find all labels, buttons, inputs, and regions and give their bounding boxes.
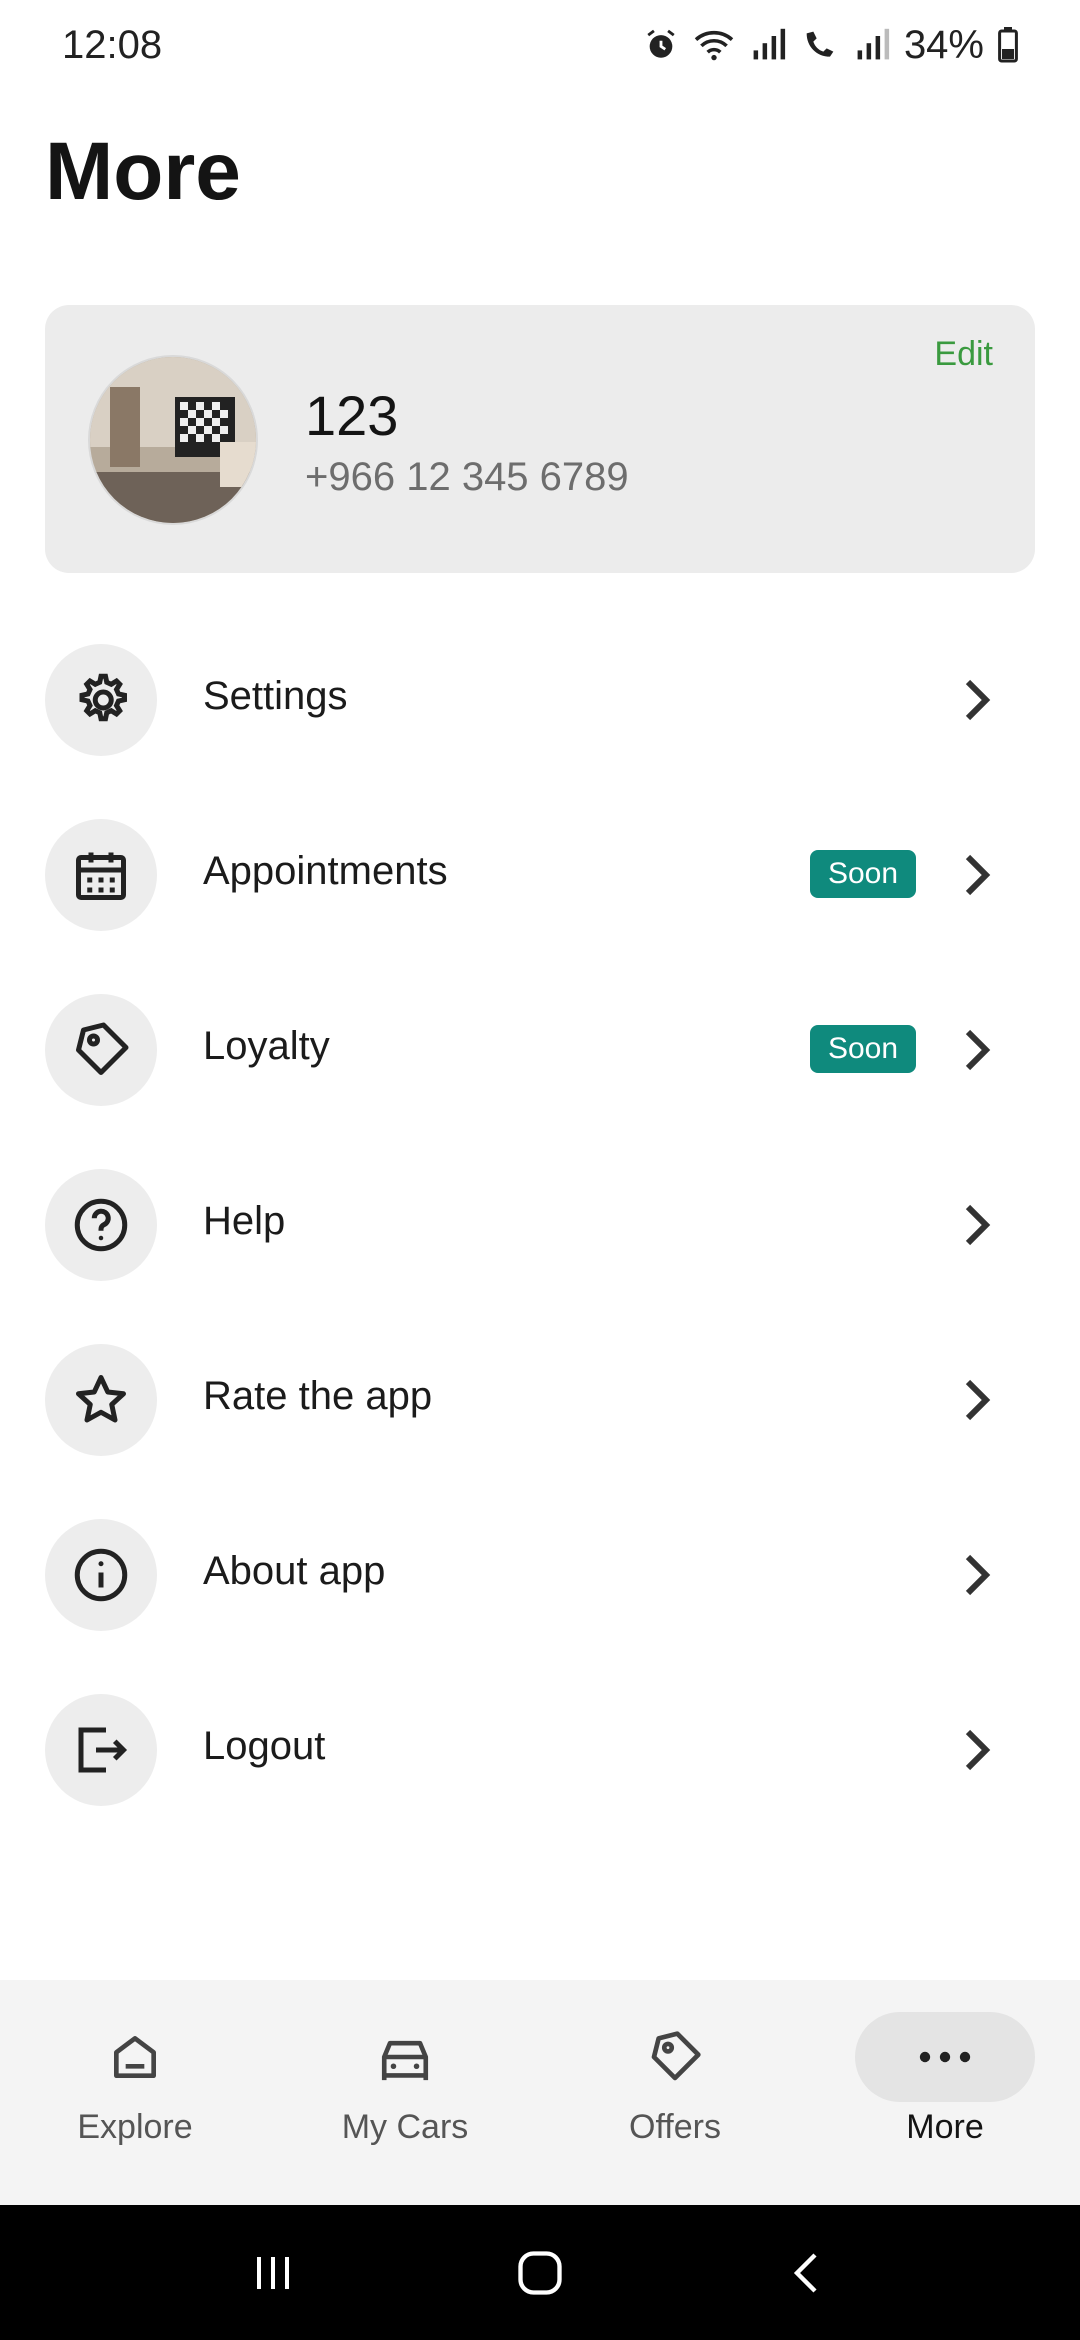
nav-explore[interactable]: Explore [0, 1980, 270, 2205]
menu-list: Settings Appointments Soon Loyalty Soon … [0, 612, 1080, 1837]
menu-item-label: Logout [203, 1724, 326, 1768]
signal-icon [857, 28, 890, 60]
chevron-right-icon [965, 1029, 991, 1071]
profile-card[interactable]: 123 +966 12 345 6789 Edit [45, 305, 1035, 573]
battery-percent: 34% [903, 22, 984, 67]
system-nav-bar [0, 2205, 1080, 2340]
menu-item-appointments[interactable]: Appointments Soon [0, 787, 1080, 962]
nav-my-cars[interactable]: My Cars [270, 1980, 540, 2205]
calendar-icon [45, 819, 157, 931]
menu-item-settings[interactable]: Settings [0, 612, 1080, 787]
status-time: 12:08 [62, 22, 163, 67]
menu-item-rate-app[interactable]: Rate the app [0, 1312, 1080, 1487]
nav-label: More [906, 2108, 984, 2146]
chevron-right-icon [965, 1729, 991, 1771]
soon-badge: Soon [810, 1025, 916, 1073]
chevron-right-icon [965, 1554, 991, 1596]
profile-name: 123 [305, 384, 399, 447]
gear-icon [45, 644, 157, 756]
wifi-icon [694, 30, 734, 61]
tag-icon [651, 2031, 701, 2081]
bottom-nav: Explore My Cars Offers More [0, 1980, 1080, 2205]
chevron-right-icon [965, 679, 991, 721]
menu-item-label: Help [203, 1199, 286, 1243]
logout-icon [45, 1694, 157, 1806]
help-circle-icon [45, 1169, 157, 1281]
nav-label: Offers [629, 2108, 721, 2146]
recent-apps-icon[interactable] [249, 2249, 297, 2297]
soon-badge: Soon [810, 850, 916, 898]
back-icon[interactable] [783, 2249, 831, 2297]
menu-item-about-app[interactable]: About app [0, 1487, 1080, 1662]
alarm-icon [647, 29, 675, 58]
menu-item-help[interactable]: Help [0, 1137, 1080, 1312]
nav-label: My Cars [341, 2108, 469, 2146]
nav-label: Explore [77, 2108, 193, 2146]
menu-item-label: About app [203, 1549, 386, 1593]
home-icon [114, 2036, 157, 2078]
wifi-calling-icon [806, 31, 834, 57]
nav-offers[interactable]: Offers [540, 1980, 810, 2205]
menu-item-loyalty[interactable]: Loyalty Soon [0, 962, 1080, 1137]
menu-item-label: Rate the app [203, 1374, 433, 1418]
edit-profile-link[interactable]: Edit [934, 335, 993, 374]
chevron-right-icon [965, 1379, 991, 1421]
chevron-right-icon [965, 1204, 991, 1246]
battery-icon [998, 27, 1018, 63]
more-dots-icon [919, 2051, 971, 2063]
info-icon [45, 1519, 157, 1631]
profile-phone: +966 12 345 6789 [305, 455, 629, 499]
status-bar: 12:08 34% [0, 0, 1080, 90]
menu-item-logout[interactable]: Logout [0, 1662, 1080, 1837]
menu-item-label: Settings [203, 674, 348, 718]
status-icons: 34% [644, 23, 1018, 68]
car-icon [381, 2040, 429, 2081]
nav-more[interactable]: More [810, 1980, 1080, 2205]
home-button-icon[interactable] [514, 2247, 566, 2299]
more-screen: 12:08 34% More 123 +966 12 345 6789 Edit… [0, 0, 1080, 2340]
star-icon [45, 1344, 157, 1456]
page-title: More [45, 126, 241, 217]
menu-item-label: Loyalty [203, 1024, 330, 1068]
tag-icon [45, 994, 157, 1106]
signal-r-icon [753, 28, 786, 60]
menu-item-label: Appointments [203, 849, 448, 893]
chevron-right-icon [965, 854, 991, 896]
avatar [88, 355, 258, 525]
